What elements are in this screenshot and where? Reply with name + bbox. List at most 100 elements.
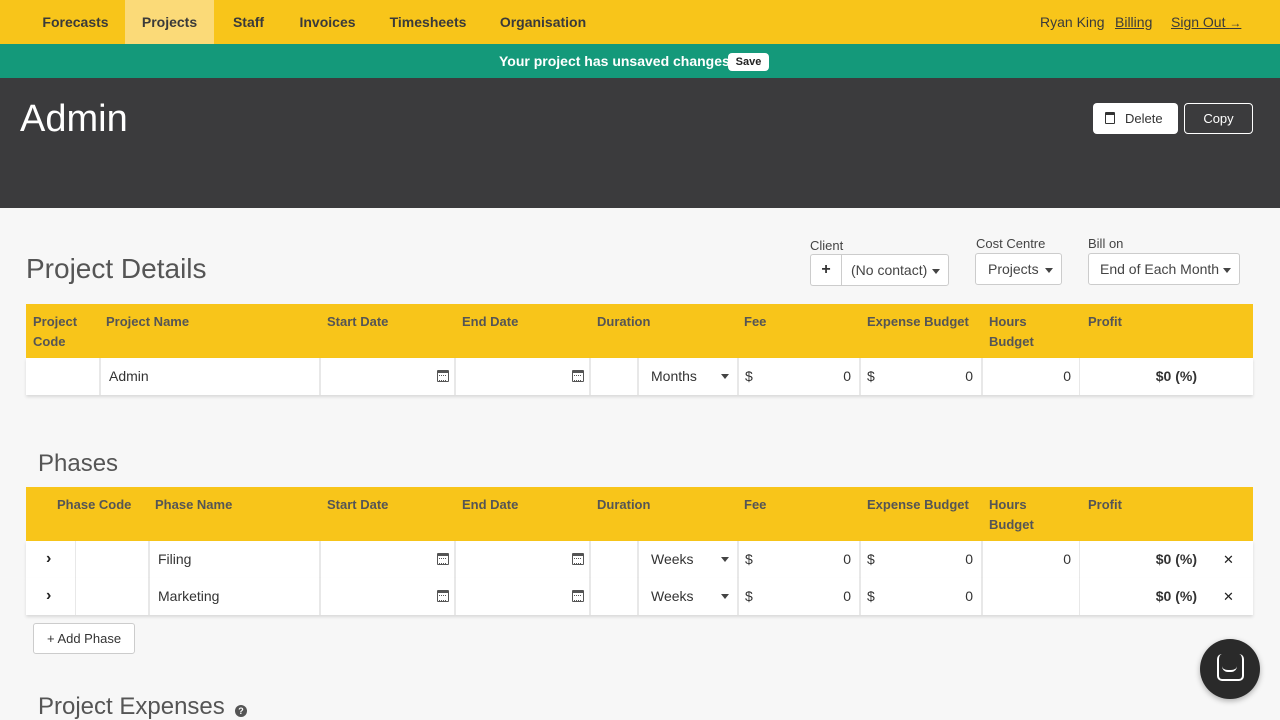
nav-organisation[interactable]: Organisation <box>484 0 602 44</box>
phase-profit: $0 (%) <box>1155 588 1197 604</box>
chevron-right-icon[interactable]: › <box>46 587 51 605</box>
banner-save-button[interactable]: Save <box>728 53 769 71</box>
phase-code-input[interactable] <box>75 578 149 615</box>
expense-currency: $ <box>867 551 875 567</box>
col-fee: Fee <box>744 314 767 329</box>
chat-launcher[interactable] <box>1200 639 1260 699</box>
bill-on-label: Bill on <box>1088 236 1124 251</box>
nav-forecasts[interactable]: Forecasts <box>26 0 125 44</box>
col-fee: Fee <box>744 497 767 512</box>
col-phase-code: Phase Code <box>57 497 132 512</box>
table-row: › Marketing Weeks $ 0 $ 0 $0 (%) ✕ <box>26 578 1253 615</box>
caret-down-icon <box>1045 268 1053 273</box>
phase-duration-input[interactable] <box>590 578 638 615</box>
bill-on-value: End of Each Month <box>1100 261 1220 277</box>
fee-currency: $ <box>745 368 753 384</box>
phase-duration-unit-select[interactable]: Weeks <box>638 578 738 615</box>
chevron-right-icon[interactable]: › <box>46 550 51 568</box>
fee-currency: $ <box>745 588 753 604</box>
project-code-input[interactable] <box>26 358 100 395</box>
nav-staff[interactable]: Staff <box>214 0 283 44</box>
calendar-icon <box>437 553 449 565</box>
bill-on-select[interactable]: End of Each Month <box>1088 253 1240 285</box>
phase-name-value: Filing <box>158 551 192 567</box>
trash-icon <box>1105 112 1115 124</box>
project-start-date-input[interactable] <box>320 358 455 395</box>
billing-link[interactable]: Billing <box>1115 0 1152 44</box>
duration-unit-value: Months <box>651 368 697 384</box>
expense-currency: $ <box>867 368 875 384</box>
caret-down-icon <box>721 374 729 379</box>
unsaved-banner: Your project has unsaved changes. <box>0 44 1280 78</box>
user-name[interactable]: Ryan King <box>1040 0 1105 44</box>
project-end-date-input[interactable] <box>455 358 590 395</box>
expense-value: 0 <box>965 551 973 567</box>
nav-projects[interactable]: Projects <box>125 0 214 44</box>
delete-label: Delete <box>1125 111 1163 126</box>
phase-fee-input[interactable]: $ 0 <box>738 578 860 615</box>
help-icon[interactable]: ? <box>235 705 247 717</box>
project-expenses-title: Project Expenses <box>38 693 225 720</box>
page-title: Admin <box>20 98 128 140</box>
col-duration: Duration <box>597 497 651 512</box>
phase-start-date-input[interactable] <box>320 541 455 578</box>
project-name-input[interactable]: Admin <box>100 358 320 395</box>
project-profit: $0 (%) <box>1155 368 1197 384</box>
copy-button[interactable]: Copy <box>1184 103 1253 134</box>
add-phase-button[interactable]: + Add Phase <box>33 623 135 654</box>
phase-name-value: Marketing <box>158 588 220 604</box>
phase-hours-input[interactable]: 0 <box>982 541 1080 578</box>
nav-invoices[interactable]: Invoices <box>283 0 372 44</box>
project-duration-unit-select[interactable]: Months <box>638 358 738 395</box>
add-client-button[interactable]: + <box>810 254 841 286</box>
phase-end-date-input[interactable] <box>455 541 590 578</box>
project-expense-input[interactable]: $ 0 <box>860 358 982 395</box>
phase-duration-input[interactable] <box>590 541 638 578</box>
cost-centre-select[interactable]: Projects <box>975 253 1062 285</box>
duration-unit-value: Weeks <box>651 551 694 567</box>
fee-value: 0 <box>843 368 851 384</box>
phase-hours-input[interactable] <box>982 578 1080 615</box>
sign-out-link[interactable]: Sign Out → <box>1171 0 1241 44</box>
chat-icon <box>1217 654 1244 681</box>
delete-button[interactable]: Delete <box>1093 103 1178 134</box>
phase-start-date-input[interactable] <box>320 578 455 615</box>
phase-fee-input[interactable]: $ 0 <box>738 541 860 578</box>
project-fee-input[interactable]: $ 0 <box>738 358 860 395</box>
caret-down-icon <box>721 594 729 599</box>
cost-centre-label: Cost Centre <box>976 236 1046 251</box>
nav-timesheets[interactable]: Timesheets <box>372 0 484 44</box>
col-hours-budget: Hours Budget <box>989 314 1034 349</box>
col-end-date: End Date <box>462 497 519 512</box>
calendar-icon <box>437 590 449 602</box>
col-profit: Profit <box>1088 314 1122 329</box>
project-hours-input[interactable]: 0 <box>982 358 1080 395</box>
close-icon[interactable]: ✕ <box>1223 589 1234 605</box>
fee-value: 0 <box>843 551 851 567</box>
phase-end-date-input[interactable] <box>455 578 590 615</box>
phase-expense-input[interactable]: $ 0 <box>860 541 982 578</box>
col-phase-name: Phase Name <box>155 497 233 512</box>
client-label: Client <box>810 238 844 253</box>
fee-value: 0 <box>843 588 851 604</box>
client-select[interactable]: (No contact) <box>841 254 949 286</box>
cost-centre-value: Projects <box>988 261 1039 277</box>
sign-out-icon: → <box>1229 16 1242 30</box>
phase-code-input[interactable] <box>75 541 149 578</box>
phase-name-input[interactable]: Filing <box>149 541 320 578</box>
page-header <box>0 78 1280 208</box>
phase-name-input[interactable]: Marketing <box>149 578 320 615</box>
col-hours-budget: Hours Budget <box>989 497 1034 532</box>
project-table-header: Project Code Project Name Start Date End… <box>26 304 1253 358</box>
project-duration-input[interactable] <box>590 358 638 395</box>
phase-expense-input[interactable]: $ 0 <box>860 578 982 615</box>
hours-value: 0 <box>1063 551 1071 567</box>
sign-out-label: Sign Out <box>1171 14 1226 30</box>
table-row: › Filing Weeks $ 0 $ 0 0 $0 (%) ✕ <box>26 541 1253 578</box>
close-icon[interactable]: ✕ <box>1223 552 1234 568</box>
phase-duration-unit-select[interactable]: Weeks <box>638 541 738 578</box>
project-name-value: Admin <box>109 368 149 384</box>
col-start-date: Start Date <box>327 497 389 512</box>
col-profit: Profit <box>1088 497 1122 512</box>
col-project-code: Project Code <box>33 314 78 349</box>
